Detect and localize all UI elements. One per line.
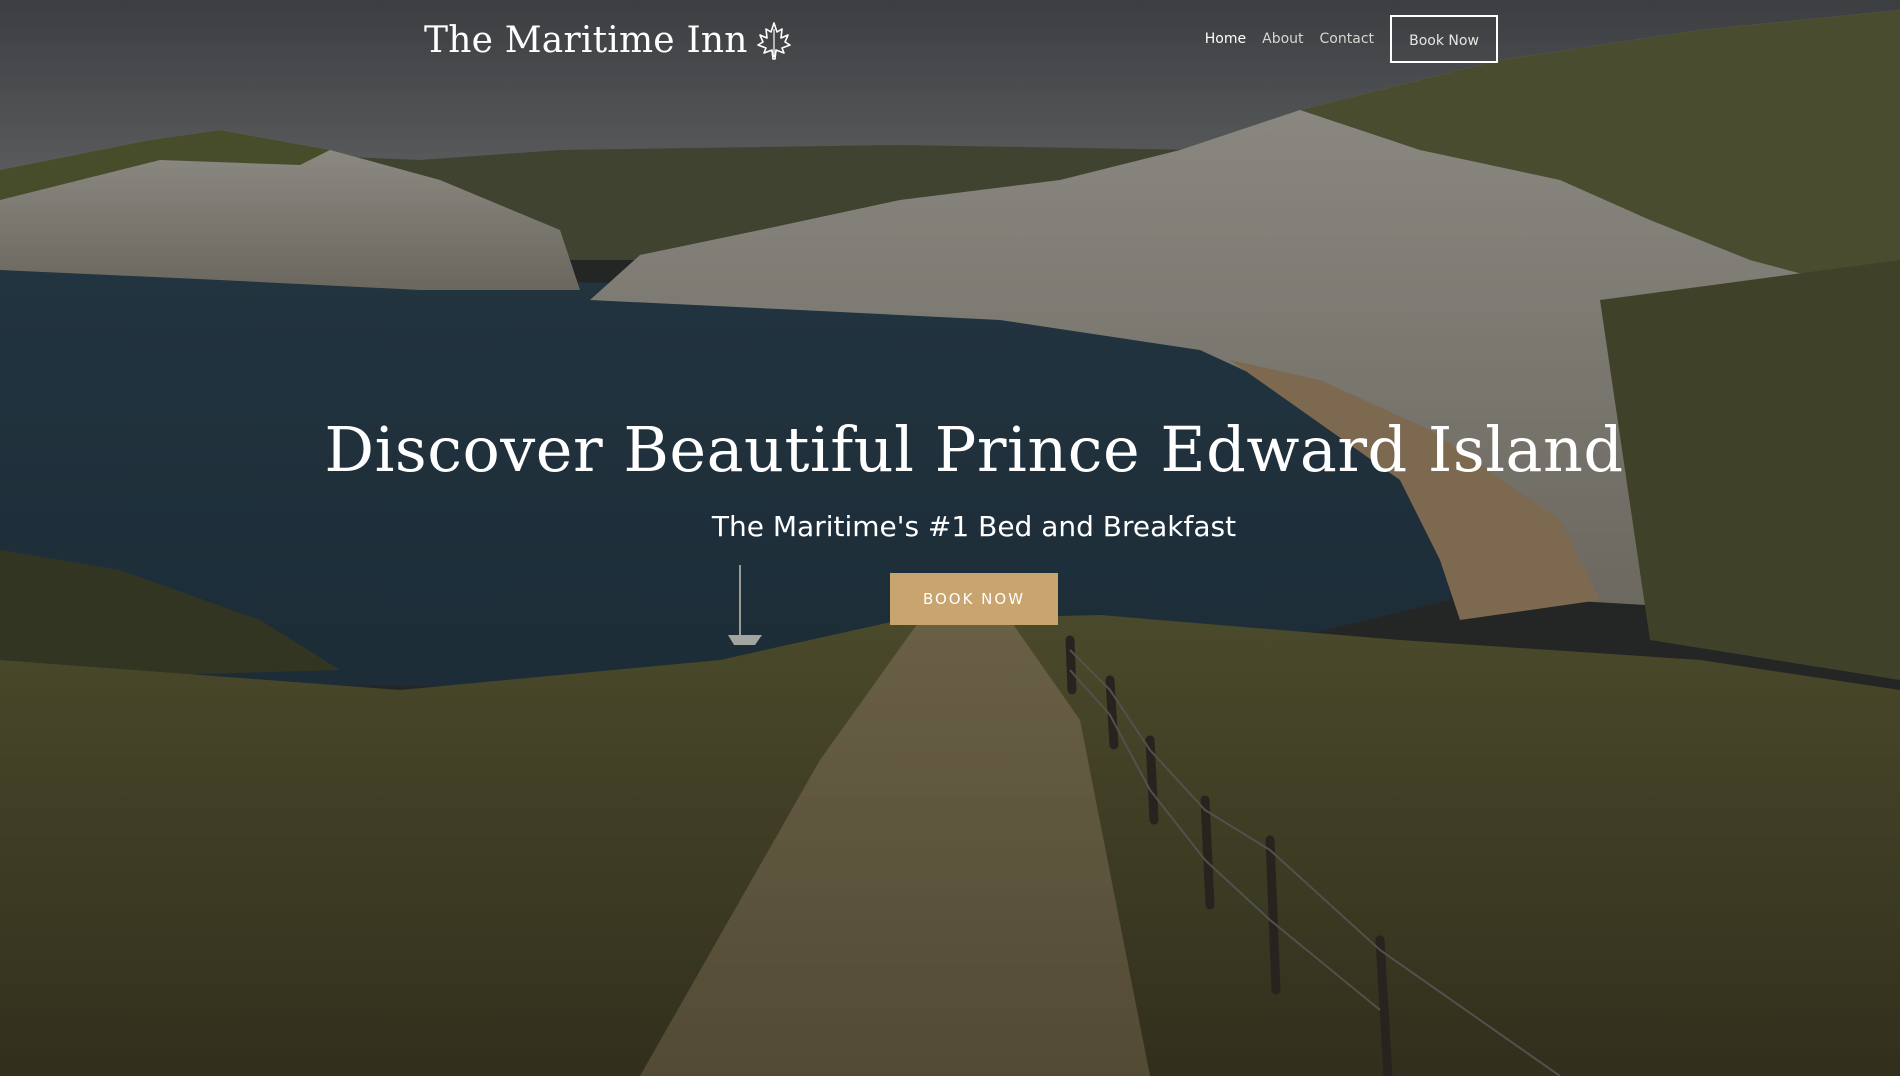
hero-section: The Maritime Inn Home About Contact Book…	[0, 0, 1900, 1076]
main-navigation: Home About Contact Book Now	[1205, 15, 1498, 63]
maple-leaf-icon	[756, 21, 791, 60]
hero-subheadline: The Maritime's #1 Bed and Breakfast	[711, 510, 1237, 543]
brand-logo[interactable]: The Maritime Inn	[424, 20, 792, 61]
nav-link-home[interactable]: Home	[1205, 31, 1246, 47]
hero-headline: Discover Beautiful Prince Edward Island	[324, 413, 1624, 486]
hero-content: Discover Beautiful Prince Edward Island …	[0, 405, 1900, 625]
nav-link-contact[interactable]: Contact	[1320, 31, 1374, 47]
nav-book-now-button[interactable]: Book Now	[1390, 15, 1498, 63]
brand-name: The Maritime Inn	[424, 20, 748, 61]
hero-book-now-button[interactable]: BOOK NOW	[890, 573, 1058, 625]
nav-link-about[interactable]: About	[1262, 31, 1303, 47]
